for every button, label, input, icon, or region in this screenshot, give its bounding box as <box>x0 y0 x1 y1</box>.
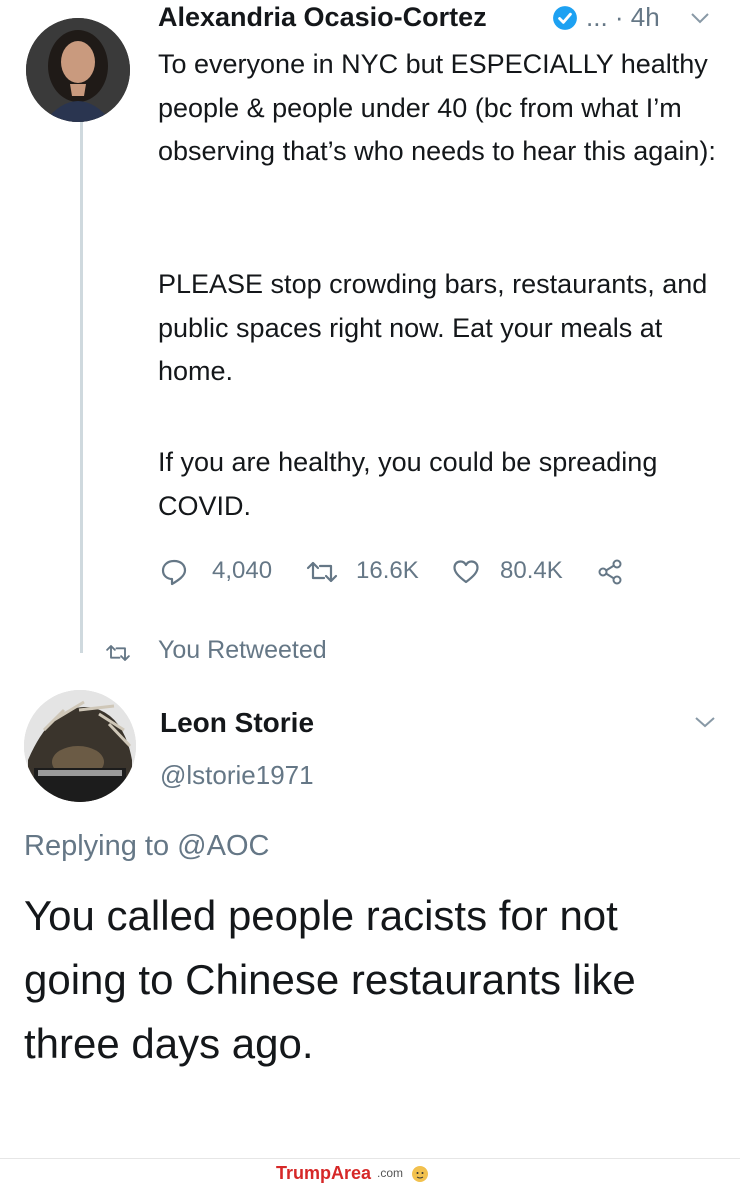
reply-author-avatar[interactable] <box>24 690 136 802</box>
tweet-paragraph: PLEASE stop crowding bars, restaurants, … <box>158 269 708 386</box>
author-avatar[interactable] <box>26 18 130 122</box>
replying-to: Replying to @AOC <box>24 830 269 863</box>
replying-mention-link[interactable]: @AOC <box>177 830 269 862</box>
chevron-down-icon[interactable] <box>694 714 716 730</box>
reply-author-handle[interactable]: @lstorie1971 <box>160 760 314 791</box>
thread-line <box>80 118 83 653</box>
tweet-timestamp: ... · 4h <box>586 2 660 32</box>
footer-divider <box>0 1158 740 1159</box>
brand-watermark: TrumpArea .com <box>276 1160 431 1186</box>
share-icon[interactable] <box>596 558 624 586</box>
reply-text: You called people racists for not going … <box>24 892 636 1067</box>
tweet-paragraph: If you are healthy, you could be spreadi… <box>158 447 658 521</box>
like-icon[interactable] <box>452 558 480 586</box>
like-count: 80.4K <box>500 557 563 584</box>
retweet-count: 16.6K <box>356 557 419 584</box>
brand-logo-icon <box>412 1166 429 1182</box>
brand-suffix: .com <box>377 1166 404 1180</box>
retweet-icon[interactable] <box>304 558 340 586</box>
tweet-paragraph: To everyone in NYC but ESPECIALLY health… <box>158 49 716 166</box>
reply-count: 4,040 <box>212 557 273 584</box>
chevron-down-icon[interactable] <box>690 10 710 26</box>
reply-author-name[interactable]: Leon Storie <box>160 707 314 739</box>
retweeted-label: You Retweeted <box>158 636 327 664</box>
verified-badge-icon <box>553 6 577 30</box>
retweet-icon <box>106 645 130 661</box>
brand-name: TrumpArea <box>276 1162 372 1183</box>
author-name[interactable]: Alexandria Ocasio-Cortez <box>158 2 487 33</box>
replying-prefix: Replying to <box>24 830 170 862</box>
reply-icon[interactable] <box>160 558 188 586</box>
